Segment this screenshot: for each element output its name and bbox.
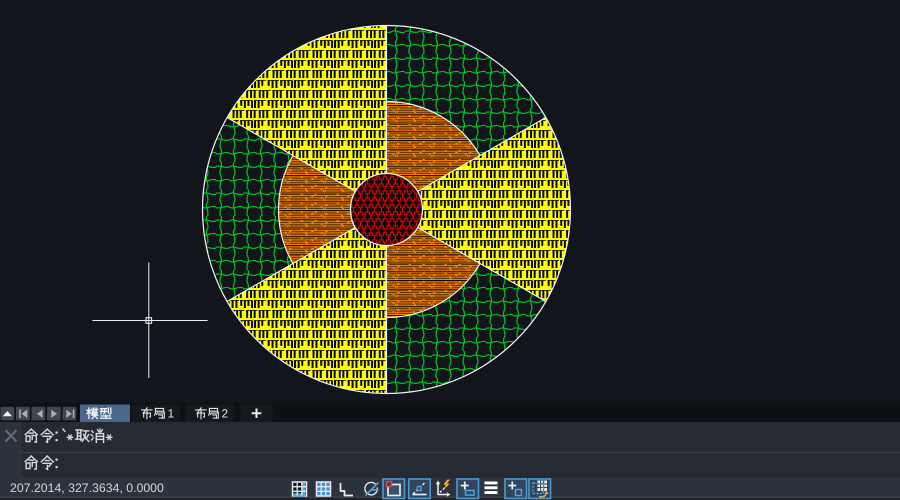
svg-text:1: 1 — [168, 407, 175, 421]
svg-text:2: 2 — [222, 407, 229, 421]
svg-text:207.2014, 327.3634, 0.0000: 207.2014, 327.3634, 0.0000 — [10, 481, 164, 495]
